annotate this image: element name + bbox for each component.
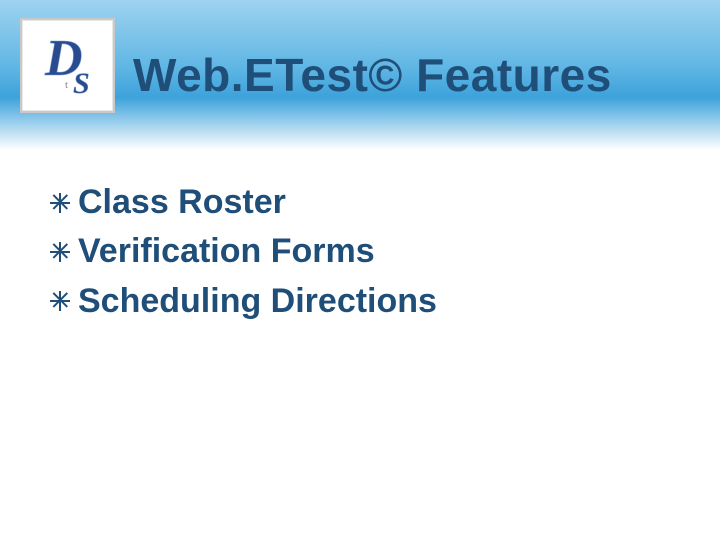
asterisk-icon: [48, 240, 72, 264]
slide-title: Web.ETest© Features: [133, 48, 612, 102]
list-item-label: Class Roster: [78, 178, 286, 227]
svg-text:t: t: [65, 79, 68, 91]
title-band: D S t Web.ETest© Features: [0, 0, 720, 150]
list-item-label: Scheduling Directions: [78, 277, 437, 326]
list-item: Verification Forms: [48, 227, 720, 276]
feature-list: Class Roster Verification Forms Scheduli…: [48, 178, 720, 326]
logo-glyph: D S t: [29, 27, 107, 105]
asterisk-icon: [48, 289, 72, 313]
list-item: Class Roster: [48, 178, 720, 227]
list-item-label: Verification Forms: [78, 227, 375, 276]
list-item: Scheduling Directions: [48, 277, 720, 326]
asterisk-icon: [48, 191, 72, 215]
svg-text:S: S: [73, 67, 90, 100]
logo: D S t: [20, 18, 115, 113]
